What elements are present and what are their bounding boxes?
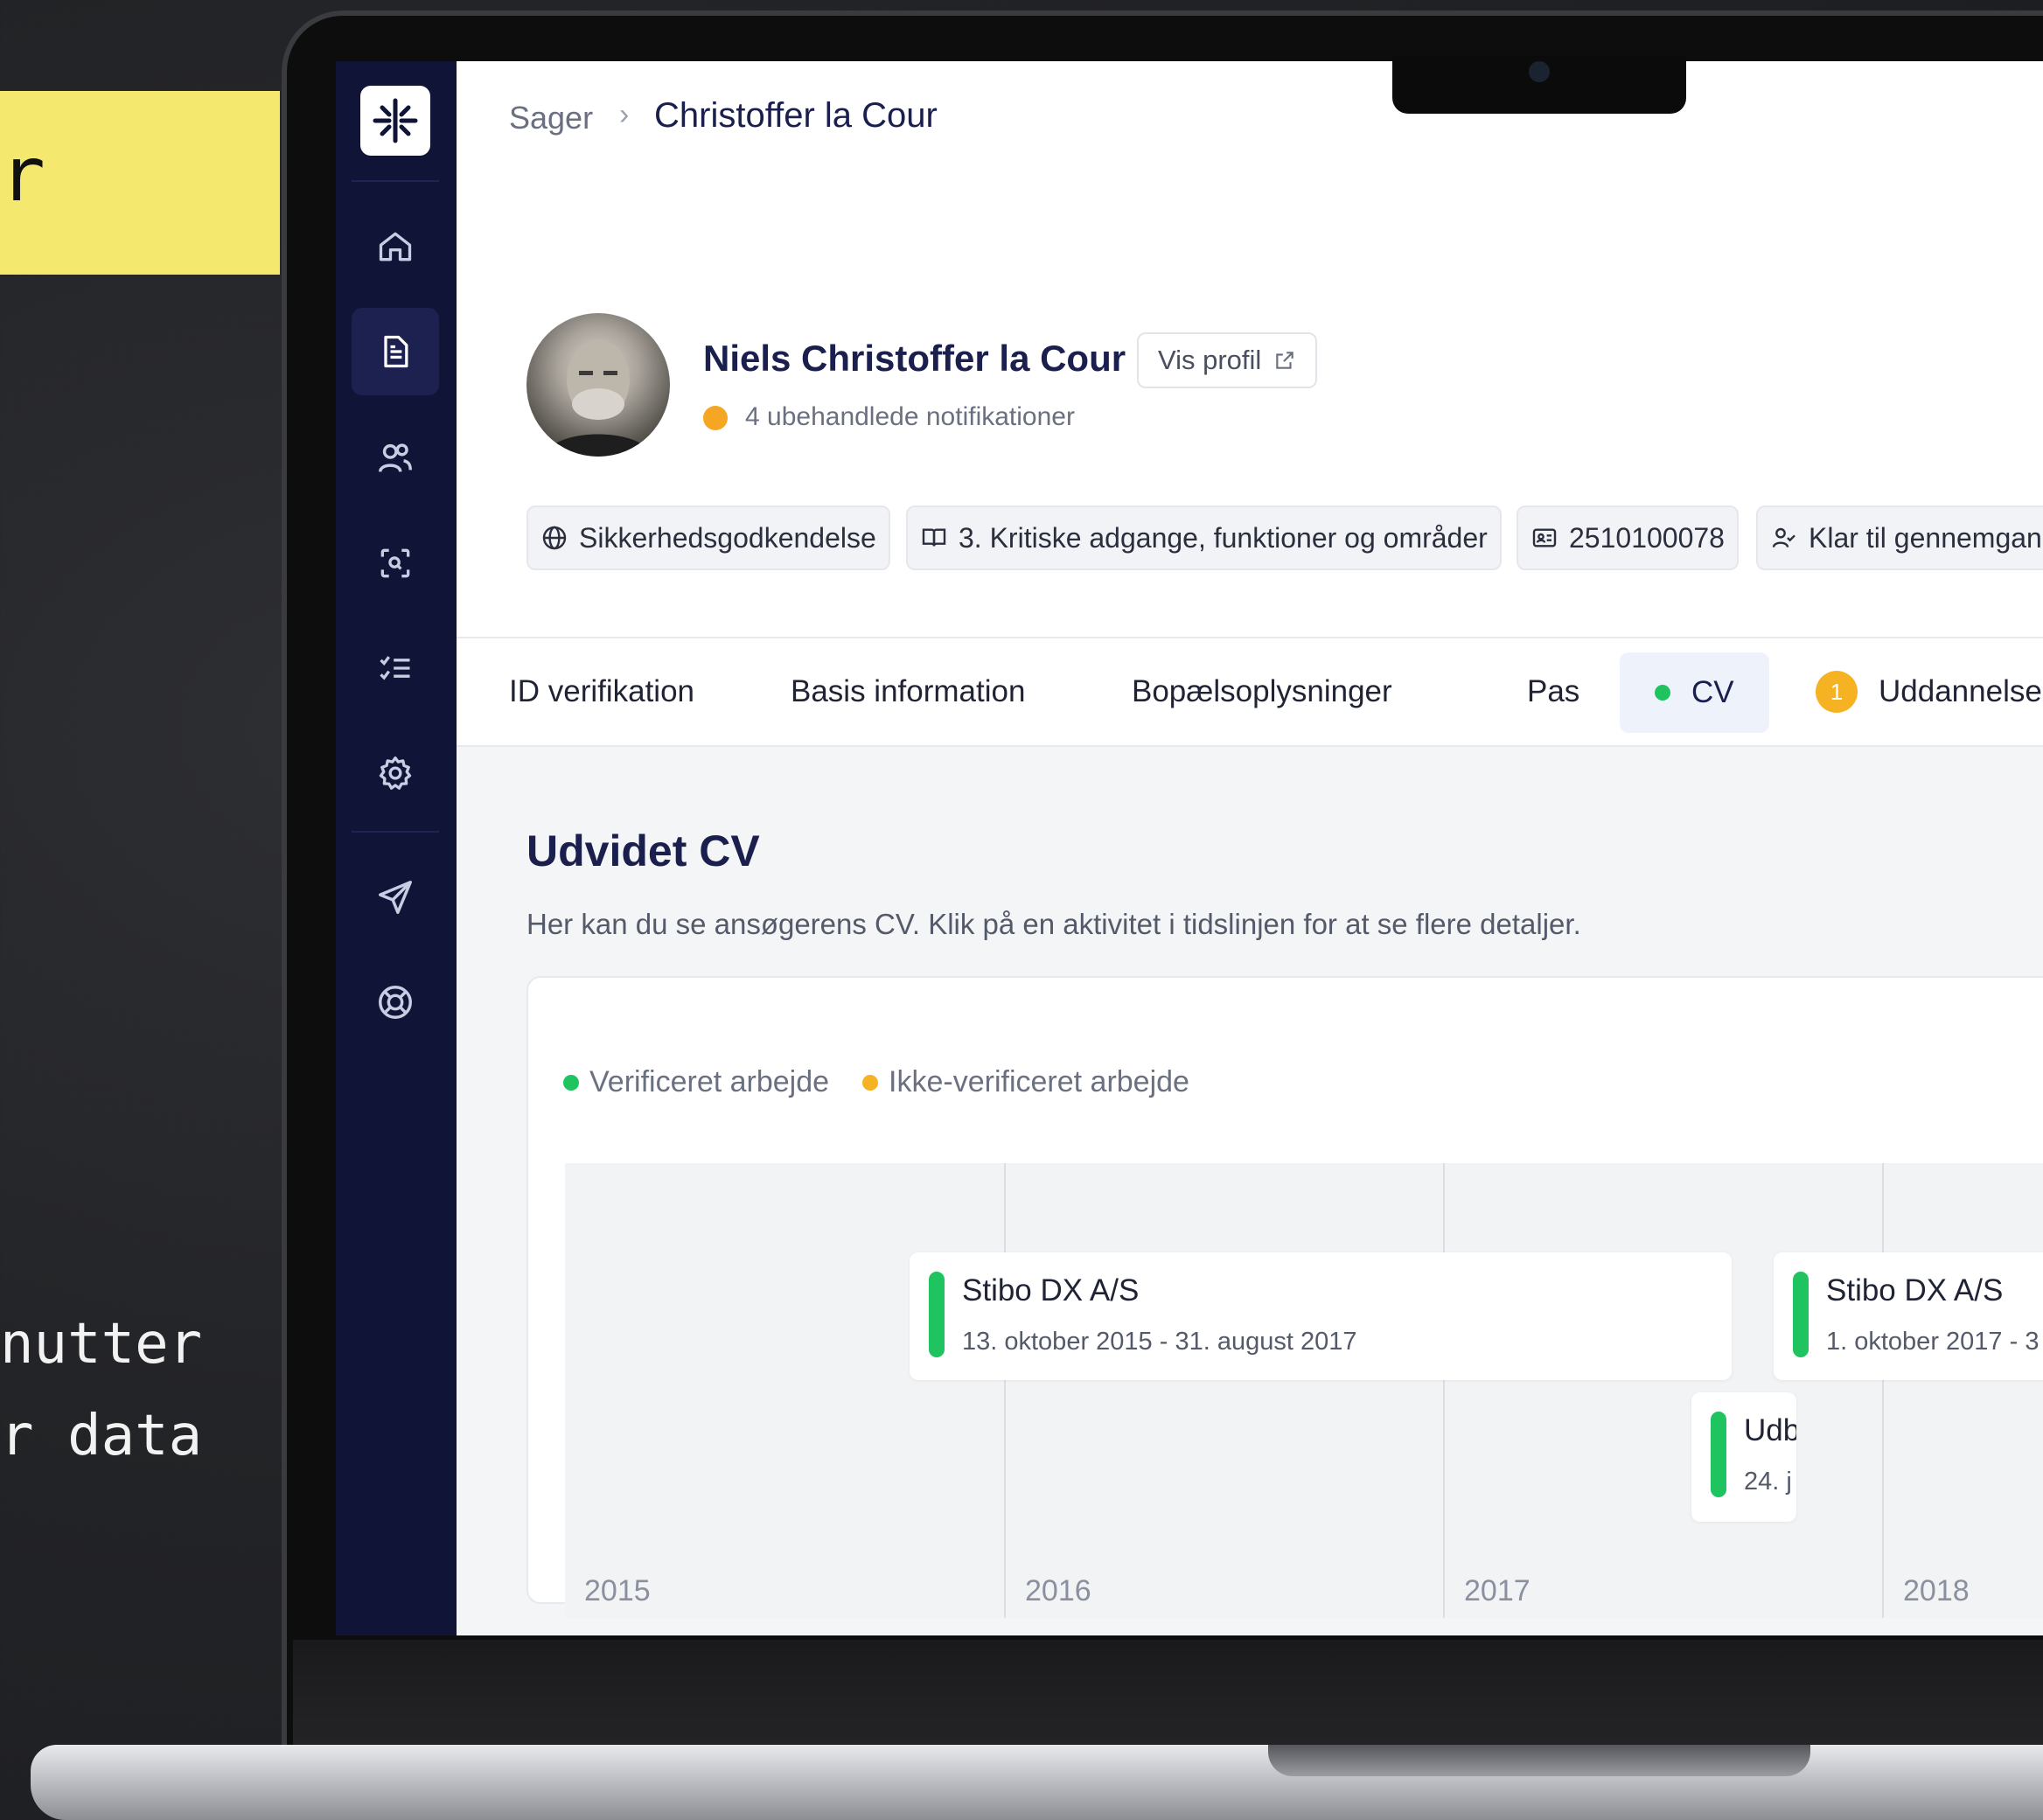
chip-label: 3. Kritiske adgange, funktioner og områd… [959, 521, 1488, 554]
send-icon [379, 881, 412, 914]
sidebar-divider [352, 831, 439, 833]
sidebar-item-home[interactable] [352, 203, 439, 290]
year-label: 2015 [584, 1574, 651, 1607]
entry-date: 13. oktober 2015 - 31. august 2017 [962, 1328, 1357, 1356]
globe-icon [542, 526, 567, 550]
tab-badge: 1 [1816, 671, 1858, 713]
year-label: 2017 [1464, 1574, 1531, 1607]
id-card-icon [1532, 528, 1557, 547]
profile-header: Niels Christoffer la Cour Vis profil 4 u… [457, 180, 2043, 638]
legend-dot-unverified [862, 1074, 879, 1091]
tab-residence[interactable]: Bopælsoplysninger [1132, 638, 1392, 745]
timeline-entry[interactable]: Udb 24. j [1691, 1392, 1796, 1522]
breadcrumb-parent[interactable]: Sager [509, 100, 593, 136]
chip-status: Klar til gennemgang [1756, 506, 2043, 570]
book-icon [922, 528, 946, 547]
avatar-photo [544, 339, 652, 457]
year-label: 2016 [1025, 1574, 1091, 1607]
tab-basic-information[interactable]: Basis information [791, 638, 1025, 745]
legend-unverified: Ikke-verificeret arbejde [889, 1065, 1189, 1098]
sidebar-item-send[interactable] [352, 854, 439, 941]
timeline-legend: Verificeret arbejde Ikke-verificeret arb… [563, 1065, 1189, 1099]
entry-date: 24. j [1744, 1468, 1792, 1496]
breadcrumb: Sager › Christoffer la Cour [457, 61, 2043, 182]
chip-access-level: 3. Kritiske adgange, funktioner og områd… [906, 506, 1502, 570]
entry-title: Udb [1744, 1413, 1796, 1447]
section-title: Udvidet CV [526, 826, 760, 875]
section-description: Her kan du se ansøgerens CV. Klik på en … [526, 908, 1581, 940]
applicant-name: Niels Christoffer la Cour [703, 338, 1126, 379]
sidebar-item-scan[interactable] [352, 520, 439, 607]
chip-label: 2510100078 [1569, 521, 1725, 554]
year-gridline [1004, 1163, 1006, 1618]
laptop-bezel [293, 1640, 2043, 1745]
verified-indicator [1711, 1412, 1726, 1497]
year-gridline [1443, 1163, 1445, 1618]
notification-count[interactable]: 4 ubehandlede notifikationer [745, 402, 1075, 432]
sidebar-item-checklist[interactable] [352, 624, 439, 712]
camera-icon [1529, 61, 1550, 82]
tab-label: Uddannelse [1879, 674, 2042, 708]
verified-indicator [929, 1272, 945, 1357]
users-icon [379, 443, 412, 472]
user-check-icon [1772, 527, 1795, 548]
legend-dot-verified [563, 1074, 579, 1091]
promo-line-2: r data [0, 1404, 203, 1468]
promo-highlight-text: r [0, 131, 45, 219]
app-screen: Sager › Christoffer la Cour Niels Christ… [336, 61, 2043, 1635]
sidebar-item-cases[interactable] [352, 308, 439, 395]
breadcrumb-current: Christoffer la Cour [654, 96, 938, 135]
timeline-entry[interactable]: Stibo DX A/S 1. oktober 2017 - 3 [1774, 1252, 2043, 1380]
year-gridline [1882, 1163, 1884, 1618]
chip-label: Sikkerhedsgodkendelse [579, 521, 876, 554]
sidebar-item-users[interactable] [352, 415, 439, 502]
tab-bar: ID verifikation Basis information Bopæls… [457, 638, 2043, 747]
tab-status-dot [1655, 685, 1670, 701]
view-profile-button[interactable]: Vis profil [1137, 332, 1318, 388]
timeline: 2015 2016 2017 2018 Stibo DX A/S 13. okt… [565, 1163, 2043, 1618]
entry-title: Stibo DX A/S [962, 1273, 1140, 1307]
chip-security-clearance: Sikkerhedsgodkendelse [526, 506, 890, 570]
avatar [526, 313, 670, 457]
timeline-card: Verificeret arbejde Ikke-verificeret arb… [526, 976, 2043, 1618]
tab-label: CV [1691, 675, 1734, 709]
app-logo[interactable] [360, 86, 430, 156]
notification-dot [703, 406, 728, 430]
entry-date: 1. oktober 2017 - 3 [1826, 1328, 2040, 1356]
year-label: 2018 [1903, 1574, 1970, 1607]
external-link-icon [1276, 352, 1294, 369]
gear-icon [379, 756, 412, 790]
promo-line-1: nutter [0, 1312, 203, 1377]
timeline-entry[interactable]: Stibo DX A/S 13. oktober 2015 - 31. augu… [910, 1252, 1732, 1380]
view-profile-label: Vis profil [1158, 345, 1262, 375]
chip-case-number: 2510100078 [1517, 506, 1739, 570]
tab-id-verification[interactable]: ID verifikation [509, 638, 694, 745]
verified-indicator [1793, 1272, 1809, 1357]
lifebuoy-icon [379, 986, 412, 1019]
sidebar-item-support[interactable] [352, 959, 439, 1046]
tab-education[interactable]: 1 Uddannelse [1816, 638, 2042, 745]
entry-title: Stibo DX A/S [1826, 1273, 2004, 1307]
sidebar [336, 61, 457, 1635]
sidebar-divider [352, 180, 439, 182]
home-icon [379, 232, 412, 261]
checklist-icon [380, 656, 410, 680]
tab-cv[interactable]: CV [1620, 652, 1769, 733]
chevron-right-icon: › [619, 98, 630, 131]
logo-icon [373, 98, 418, 143]
tab-passport[interactable]: Pas [1527, 638, 1579, 745]
sidebar-item-settings[interactable] [352, 729, 439, 817]
legend-verified: Verificeret arbejde [589, 1065, 830, 1098]
laptop-base-notch [1268, 1745, 1810, 1776]
scan-search-icon [380, 548, 410, 578]
document-icon [384, 335, 408, 368]
chip-label: Klar til gennemgang [1809, 521, 2043, 554]
